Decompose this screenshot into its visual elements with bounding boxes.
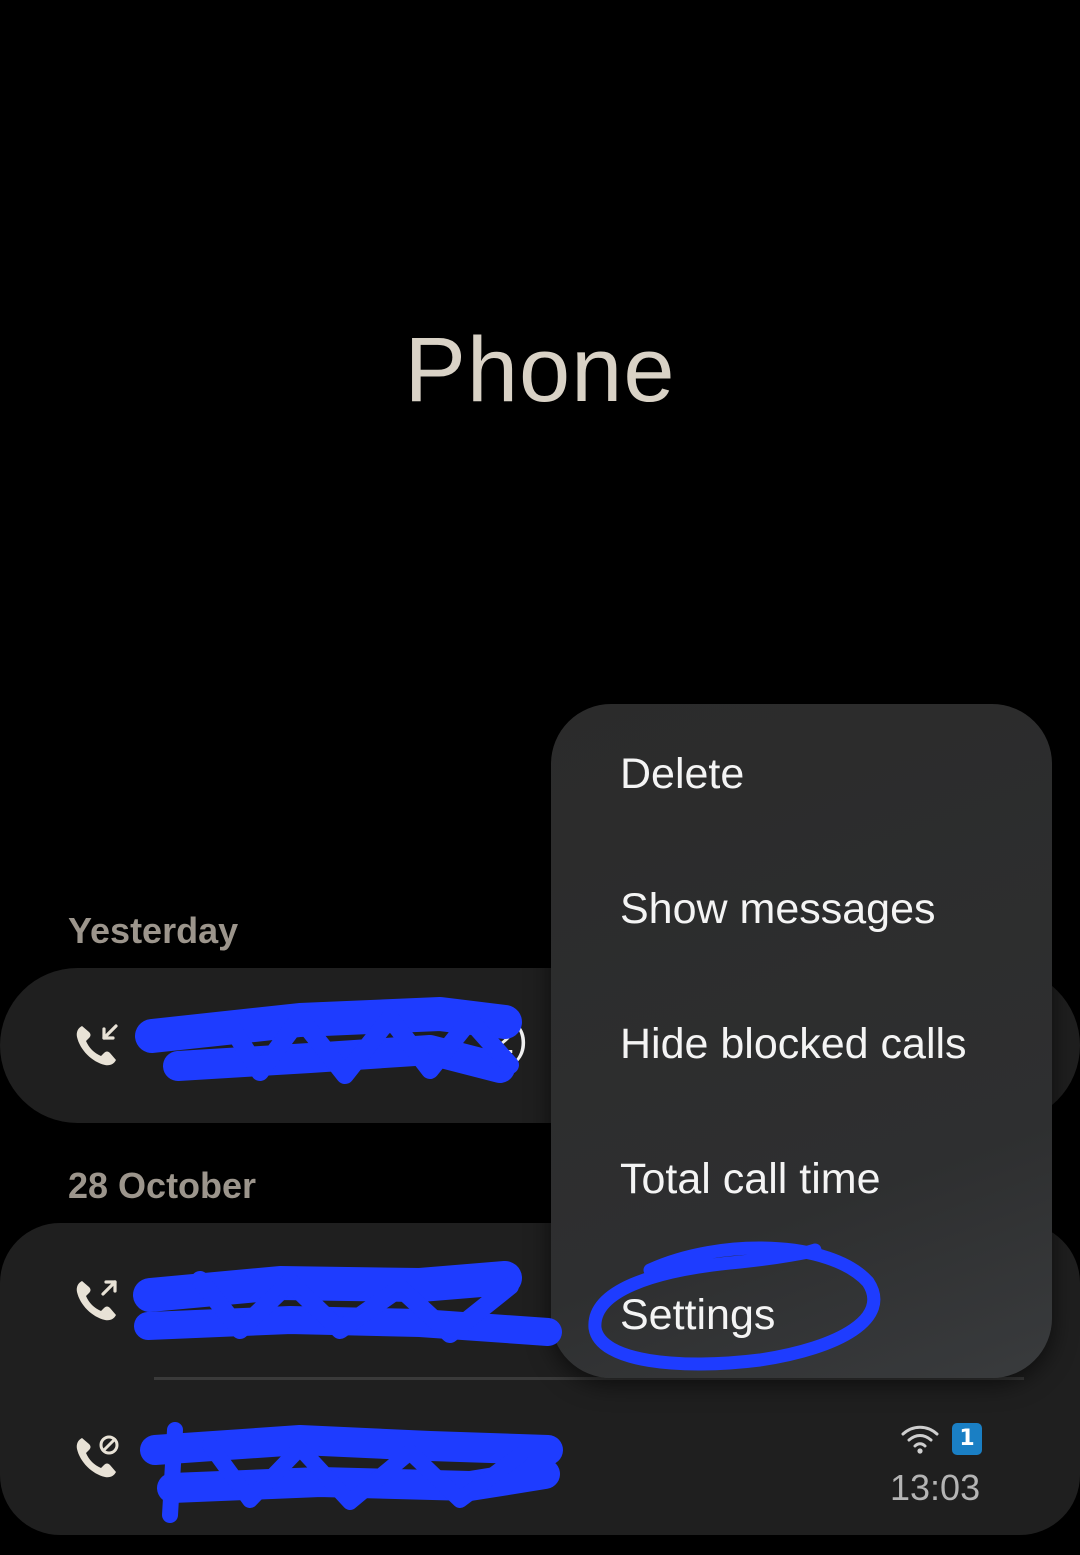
sim-1-badge: 1 xyxy=(952,1423,982,1455)
menu-item-show-messages[interactable]: Show messages xyxy=(620,885,936,934)
section-header-yesterday: Yesterday xyxy=(68,910,239,951)
section-header-28-october: 28 October xyxy=(68,1165,257,1206)
incoming-call-icon xyxy=(76,1024,118,1066)
blocked-call-icon xyxy=(76,1435,119,1478)
menu-item-settings[interactable]: Settings xyxy=(620,1291,775,1340)
menu-item-delete[interactable]: Delete xyxy=(620,750,744,799)
wifi-icon xyxy=(901,1425,939,1454)
outgoing-call-icon xyxy=(76,1280,117,1321)
overflow-menu: Delete Show messages Hide blocked calls … xyxy=(551,704,1052,1378)
app-title: Phone xyxy=(404,319,676,421)
menu-item-total-call-time[interactable]: Total call time xyxy=(620,1155,880,1204)
menu-item-hide-blocked-calls[interactable]: Hide blocked calls xyxy=(620,1020,967,1069)
call-time: 13:03 xyxy=(890,1467,981,1508)
call-meta: 1 13:03 xyxy=(890,1423,1010,1523)
contact-name-suffix: 2) xyxy=(492,1018,528,1062)
